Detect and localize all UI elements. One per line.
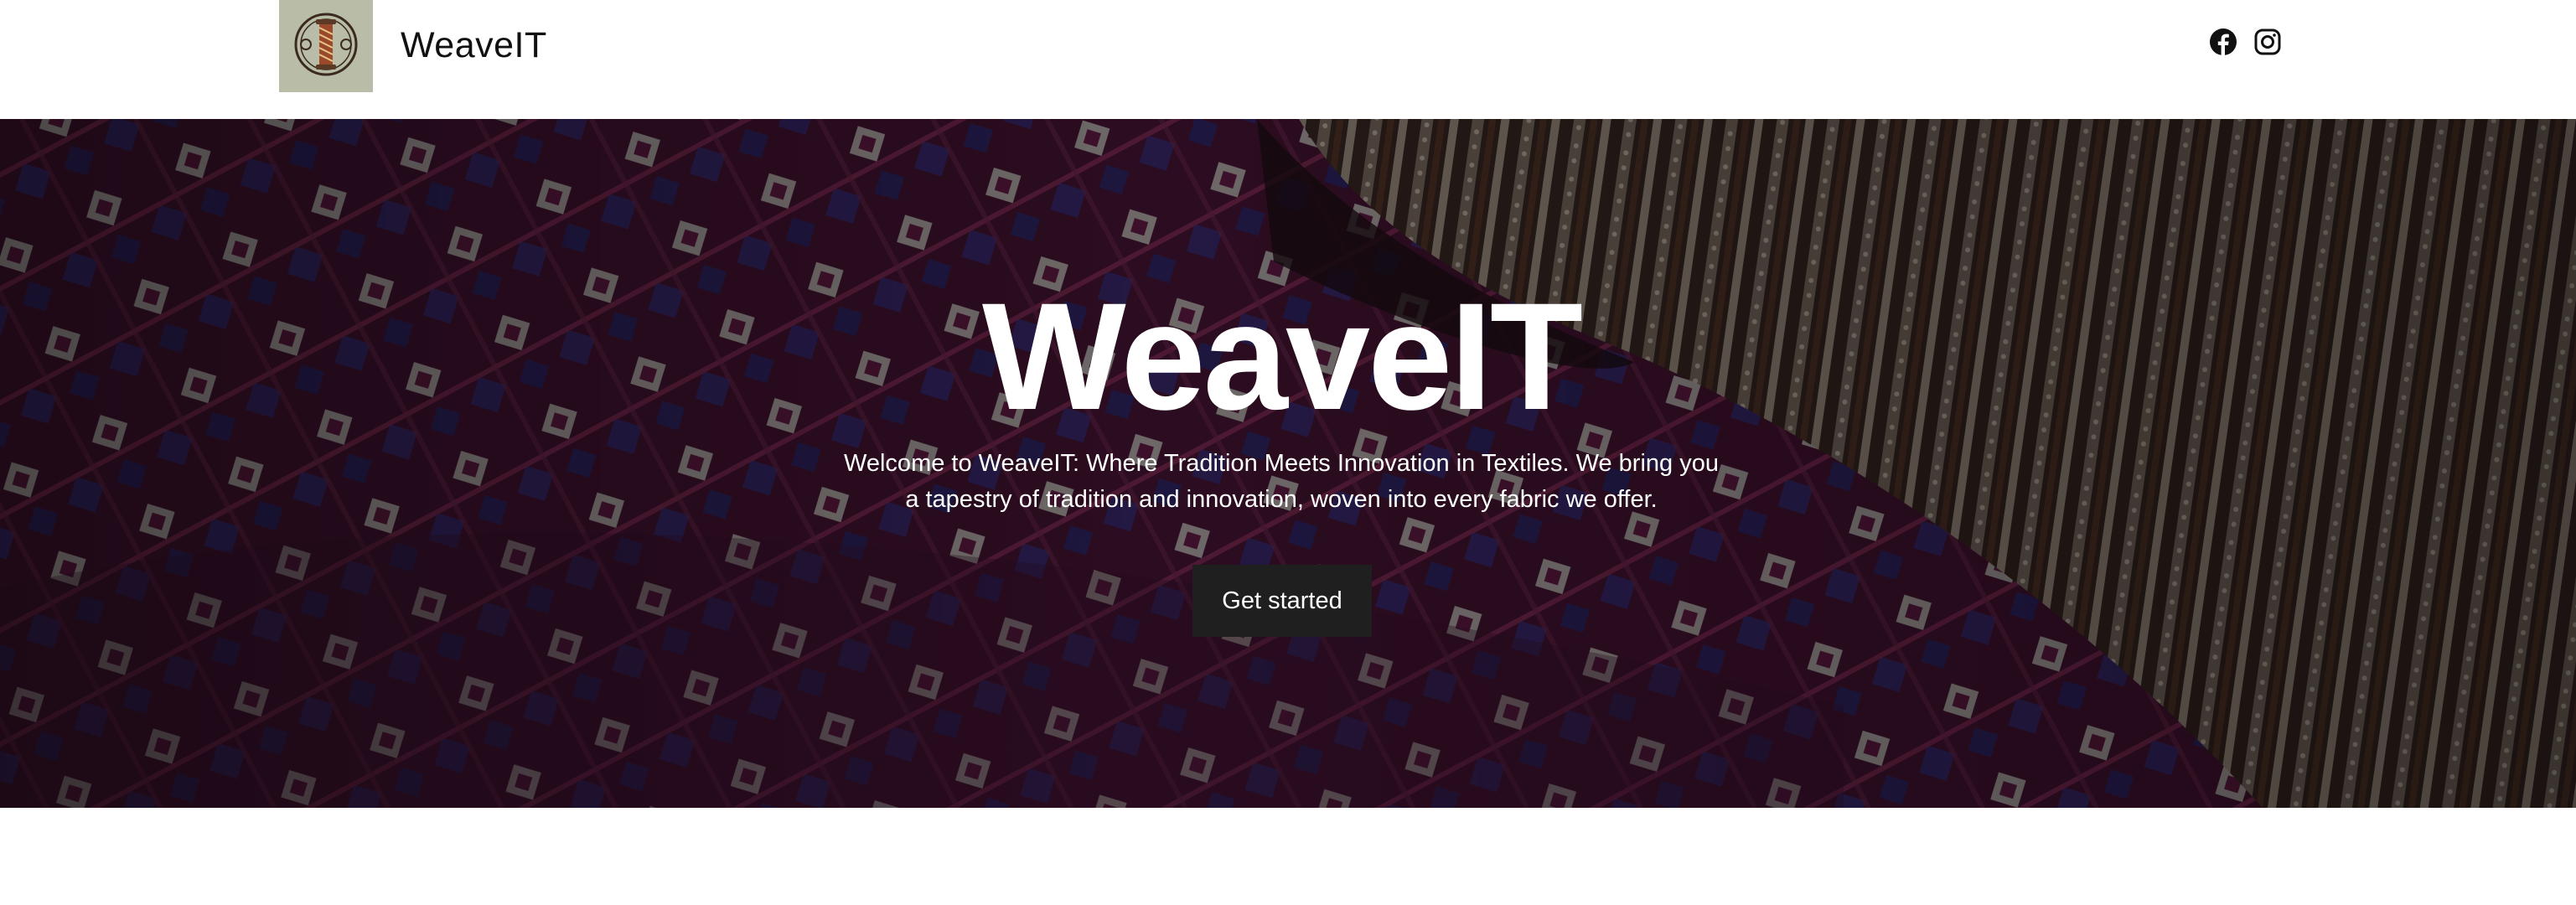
facebook-link[interactable] bbox=[2208, 28, 2238, 59]
page-content-area bbox=[0, 808, 2576, 905]
instagram-link[interactable] bbox=[2253, 28, 2283, 59]
hero-description: Welcome to WeaveIT: Where Tradition Meet… bbox=[844, 450, 1719, 513]
hero-title: WeaveIT bbox=[981, 271, 1583, 442]
instagram-icon bbox=[2254, 28, 2281, 59]
facebook-icon bbox=[2209, 28, 2237, 60]
brand-name[interactable]: WeaveIT bbox=[401, 20, 547, 70]
get-started-button[interactable]: Get started bbox=[1192, 565, 1372, 637]
hero-section: WeaveIT Welcome to WeaveIT: Where Tradit… bbox=[0, 119, 2576, 808]
site-header: WeaveIT bbox=[0, 0, 2576, 121]
site-logo[interactable] bbox=[279, 0, 373, 92]
spool-icon bbox=[291, 9, 361, 84]
